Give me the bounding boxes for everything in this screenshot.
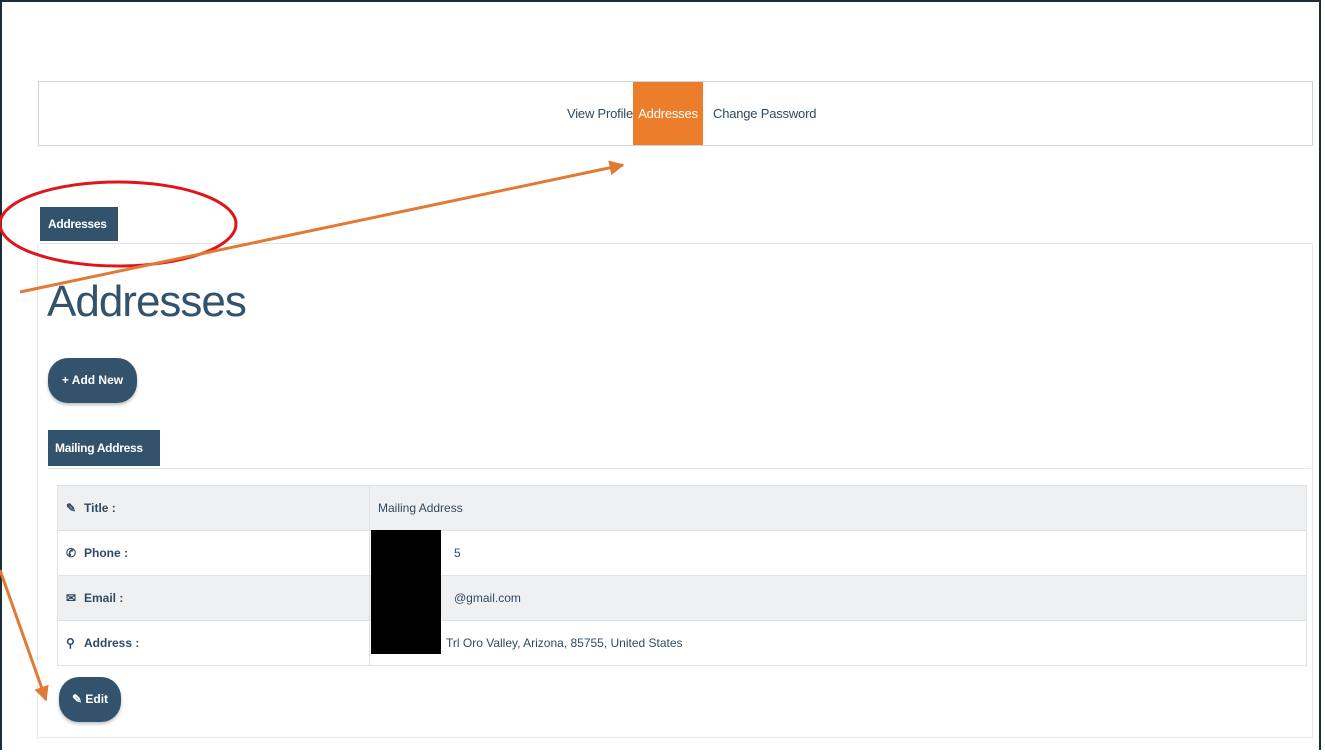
table-row: ✎ Title : Mailing Address — [57, 485, 1307, 531]
address-details-table: ✎ Title : Mailing Address ✆ Phone : 5 ✉ Ema… — [57, 485, 1307, 666]
table-row: ✆ Phone : 5 — [57, 530, 1307, 576]
map-marker-icon: ⚲ — [66, 636, 75, 650]
tab-change-password[interactable]: Change Password — [713, 82, 816, 145]
edit-icon: ✎ — [66, 501, 77, 515]
tab-view-profile[interactable]: View Profile — [567, 82, 633, 145]
phone-icon: ✆ — [66, 546, 77, 560]
redaction-box — [371, 530, 441, 654]
profile-tab-bar: View Profile Addresses Change Password — [38, 81, 1313, 146]
add-new-button[interactable]: + Add New — [48, 358, 137, 403]
table-row: ✉ Email : @gmail.com — [57, 575, 1307, 621]
table-row: ⚲ Address : Trl Oro Valley, Arizona, 8575… — [57, 620, 1307, 666]
title-value: Mailing Address — [369, 485, 1307, 531]
edit-icon: ✎ — [71, 692, 86, 706]
edit-button-label: Edit — [85, 692, 109, 706]
address-label: Address : — [84, 636, 140, 650]
page-title: Addresses — [47, 277, 247, 326]
email-label: Email : — [84, 591, 124, 605]
edit-button[interactable]: ✎ Edit — [59, 677, 121, 722]
tab-addresses[interactable]: Addresses — [633, 82, 703, 145]
mailing-address-badge: Mailing Address — [48, 430, 160, 466]
phone-label: Phone : — [84, 546, 128, 560]
title-label: Title : — [84, 501, 116, 515]
mailing-divider — [48, 468, 1311, 469]
section-badge-addresses: Addresses — [40, 207, 118, 241]
envelope-icon: ✉ — [66, 591, 77, 605]
